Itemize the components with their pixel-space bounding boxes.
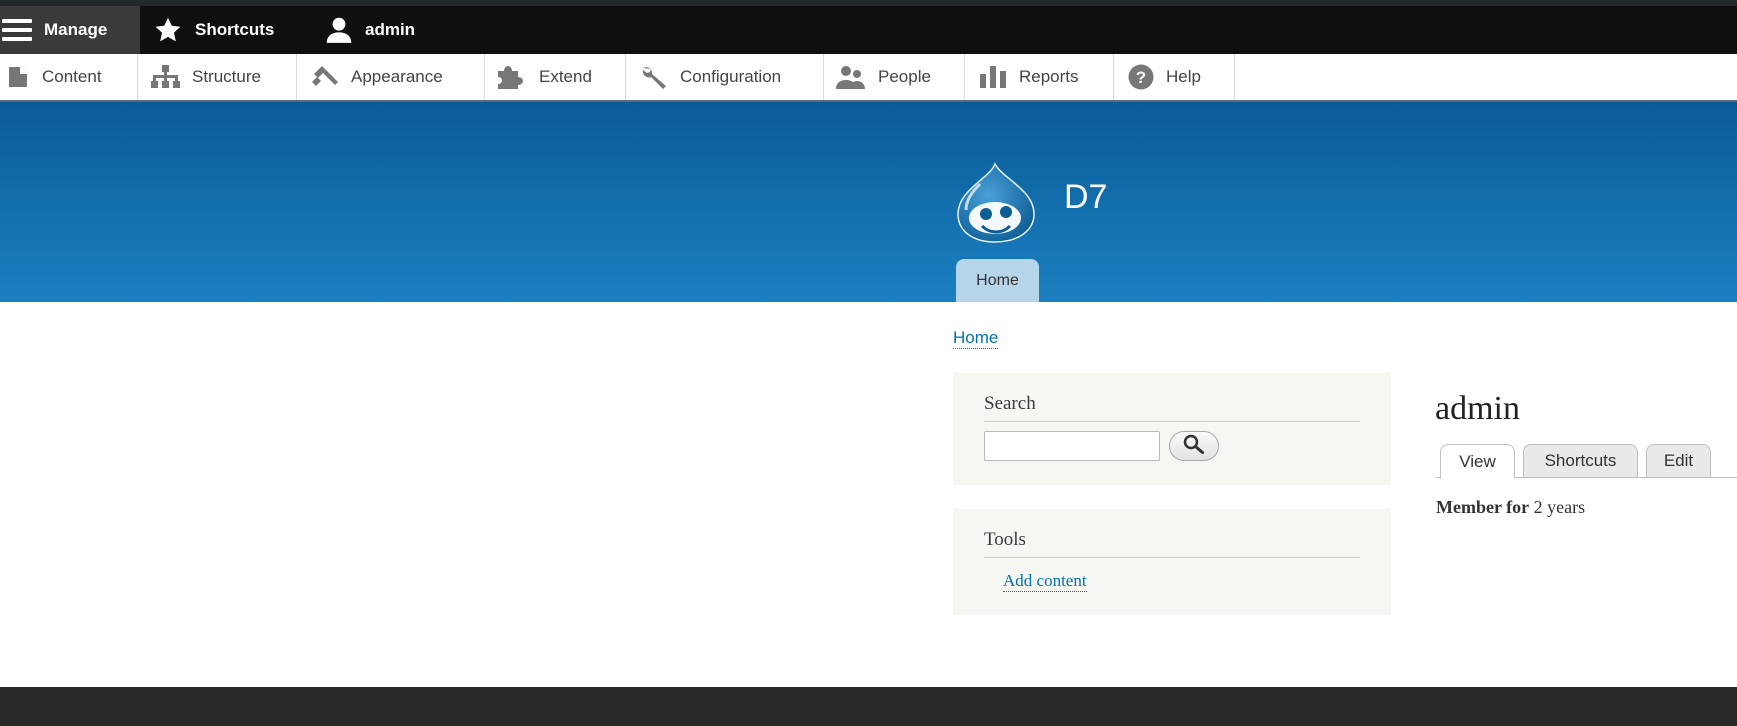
people-icon [836, 65, 866, 89]
add-content-link[interactable]: Add content [1003, 571, 1087, 592]
page-title: admin [1435, 390, 1520, 427]
tray-item-configuration[interactable]: Configuration [626, 54, 824, 100]
wrench-icon [640, 64, 668, 90]
help-icon: ? [1128, 64, 1154, 90]
user-button[interactable]: admin [325, 6, 415, 54]
site-name[interactable]: D7 [1064, 178, 1107, 217]
file-icon [8, 66, 28, 88]
shortcuts-button[interactable]: Shortcuts [153, 6, 274, 54]
star-icon [153, 16, 183, 44]
site-footer [0, 687, 1737, 726]
tray-item-extend[interactable]: Extend [485, 54, 626, 100]
admin-toolbar: Manage Shortcuts admin [0, 0, 1737, 54]
tray-label-extend: Extend [539, 67, 592, 86]
shortcuts-label: Shortcuts [195, 20, 275, 39]
search-block: Search [953, 373, 1391, 485]
tray-label-appearance: Appearance [351, 67, 443, 86]
hamburger-icon [2, 18, 32, 42]
svg-text:?: ? [1136, 68, 1146, 87]
manage-button[interactable]: Manage [0, 6, 140, 54]
admin-tray: Content Structure Appearance Extend Conf… [0, 54, 1737, 102]
site-logo[interactable] [950, 162, 1040, 244]
bar-chart-icon [979, 65, 1007, 89]
tab-shortcuts[interactable]: Shortcuts [1523, 444, 1638, 478]
tray-item-help[interactable]: ? Help [1114, 54, 1235, 100]
tools-block-title: Tools [984, 529, 1360, 558]
tab-view[interactable]: View [1440, 444, 1515, 479]
tray-item-structure[interactable]: Structure [138, 54, 297, 100]
tray-label-configuration: Configuration [680, 67, 782, 86]
tray-item-appearance[interactable]: Appearance [297, 54, 485, 100]
member-for-label: Member for [1436, 497, 1530, 517]
tray-label-content: Content [42, 67, 102, 86]
user-icon [325, 16, 353, 44]
sitemap-icon [150, 65, 180, 89]
member-for: Member for 2 years [1436, 497, 1585, 518]
member-for-value: 2 years [1529, 497, 1586, 517]
tray-item-people[interactable]: People [824, 54, 965, 100]
search-input[interactable] [984, 431, 1160, 461]
search-button[interactable] [1169, 431, 1219, 461]
manage-label: Manage [44, 20, 108, 39]
breadcrumb-home[interactable]: Home [953, 328, 999, 349]
tools-block: Tools Add content [953, 509, 1391, 615]
search-block-title: Search [984, 393, 1360, 422]
tray-label-help: Help [1166, 67, 1201, 86]
tray-item-reports[interactable]: Reports [965, 54, 1114, 100]
paintbrush-icon [311, 64, 339, 90]
puzzle-icon [497, 65, 527, 89]
user-label: admin [365, 20, 416, 39]
tray-label-people: People [878, 67, 931, 86]
tray-label-reports: Reports [1019, 67, 1079, 86]
tray-label-structure: Structure [192, 67, 261, 86]
tray-item-content[interactable]: Content [0, 54, 138, 100]
tab-edit[interactable]: Edit [1646, 444, 1711, 478]
main-nav-home[interactable]: Home [956, 259, 1039, 302]
search-icon [1183, 434, 1205, 459]
site-header: D7 Home [0, 102, 1737, 302]
